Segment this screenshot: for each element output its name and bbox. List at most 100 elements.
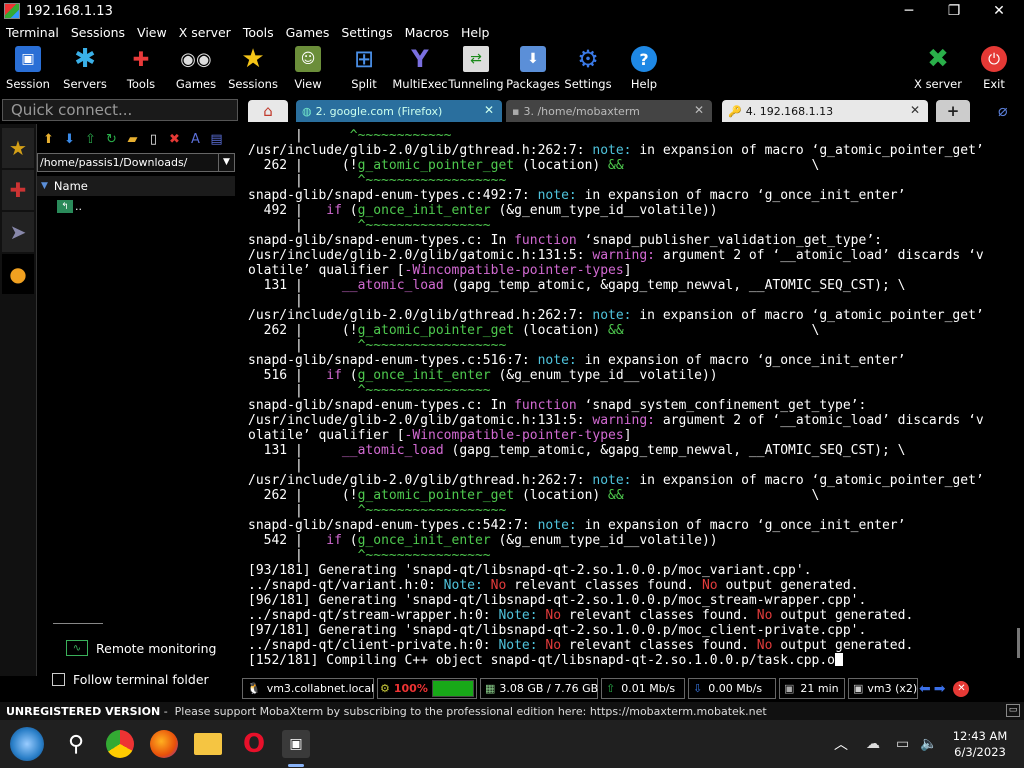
packages-button[interactable]: ⬇ Packages: [503, 44, 563, 92]
tab-ssh-session[interactable]: 🔑 4. 192.168.1.13 ✕: [722, 100, 928, 122]
sftp-column-header[interactable]: ▼ Name: [37, 176, 235, 196]
terminal-scrollbar[interactable]: [1016, 124, 1024, 676]
tab-close-button[interactable]: ✕: [910, 103, 920, 117]
parent-folder-icon[interactable]: ⬆: [39, 130, 58, 149]
menu-tools[interactable]: Tools: [237, 25, 280, 40]
view-button[interactable]: ☺ View: [278, 44, 338, 92]
menu-help[interactable]: Help: [455, 25, 496, 40]
menu-macros[interactable]: Macros: [399, 25, 455, 40]
close-button[interactable]: ✕: [976, 0, 1022, 22]
taskbar-clock[interactable]: 12:43 AM 6/3/2023: [944, 728, 1016, 760]
rename-icon[interactable]: A: [186, 130, 205, 149]
split-button[interactable]: ⊞ Split: [334, 44, 394, 92]
help-button[interactable]: ? Help: [614, 44, 674, 92]
status-bar: 🐧 vm3.collabnet.local ⚙ 100% ▦ 3.08 GB /…: [242, 677, 1024, 700]
tab-home-mobaxterm[interactable]: ▪ 3. /home/mobaxterm ✕: [506, 100, 712, 122]
opera-icon[interactable]: O: [240, 729, 268, 759]
menu-view[interactable]: View: [131, 25, 173, 40]
disconnect-icon[interactable]: ✕: [953, 680, 970, 697]
sidebar-sftp-tab[interactable]: ●: [2, 254, 34, 294]
tray-chevron-icon[interactable]: ︿: [834, 720, 848, 768]
terminal-text: /usr/include/glib-2.0/glib/gatomic.h:131…: [248, 413, 593, 428]
refresh-icon[interactable]: ↻: [102, 130, 121, 149]
terminal-text: if: [326, 533, 342, 548]
quick-connect-input[interactable]: Quick connect...: [2, 99, 238, 121]
volume-icon[interactable]: 🔈: [920, 720, 937, 768]
terminal-line: [97/181] Generating 'snapd-qt/libsnapd-q…: [248, 623, 1016, 638]
maximize-button[interactable]: ❐: [931, 0, 977, 22]
menu-settings[interactable]: Settings: [335, 25, 398, 40]
arrow-left-icon[interactable]: ⬅: [919, 681, 931, 697]
tab-google-firefox[interactable]: ◍ 2. google.com (Firefox) ✕: [296, 100, 502, 122]
terminal-output[interactable]: | ^~~~~~~~~~~~~/usr/include/glib-2.0/gli…: [242, 124, 1016, 676]
menu-sessions[interactable]: Sessions: [65, 25, 131, 40]
search-icon[interactable]: ⚲: [62, 730, 90, 758]
subscribe-link[interactable]: https://mobaxterm.mobatek.net: [590, 705, 767, 718]
banner-close-icon[interactable]: ▭: [1006, 704, 1020, 717]
new-tab-button[interactable]: +: [936, 100, 970, 122]
mobaxterm-taskbar-icon[interactable]: ▣: [282, 730, 310, 758]
follow-terminal-folder-checkbox[interactable]: Follow terminal folder: [52, 672, 209, 687]
tools-button[interactable]: ✚ Tools: [111, 44, 171, 92]
terminal-line: 262 | (!g_atomic_pointer_get (location) …: [248, 488, 1016, 503]
terminal-text: (&g_enum_type_id__volatile)): [490, 203, 718, 218]
terminal-text: ‘snapd_system_confinement_get_type’:: [576, 398, 867, 413]
menu-games[interactable]: Games: [280, 25, 336, 40]
exit-button[interactable]: ⏻ Exit: [964, 44, 1024, 92]
tab-close-button[interactable]: ✕: [484, 103, 494, 117]
tunneling-button[interactable]: ⇄ Tunneling: [446, 44, 506, 92]
sidebar-macros-tab[interactable]: ➤: [2, 212, 34, 252]
delete-icon[interactable]: ✖: [165, 130, 184, 149]
firefox-icon[interactable]: [150, 730, 178, 758]
attach-icon[interactable]: ⌀: [998, 101, 1008, 120]
upload-icon[interactable]: ⇧: [81, 130, 100, 149]
memory-icon: ▦: [485, 682, 496, 695]
terminal-line: olatile’ qualifier [-Wincompatible-point…: [248, 428, 1016, 443]
settings-button[interactable]: ⚙ Settings: [558, 44, 618, 92]
terminal-text: [96/181] Generating 'snapd-qt/libsnapd-q…: [248, 593, 867, 608]
cpu-icon: ⚙: [380, 682, 390, 695]
terminal-line: snapd-glib/snapd-enum-types.c:542:7: not…: [248, 518, 1016, 533]
terminal-line: 542 | if (g_once_init_enter (&g_enum_typ…: [248, 533, 1016, 548]
sidebar-tools-tab[interactable]: ✚: [2, 170, 34, 210]
checkbox[interactable]: [52, 673, 65, 686]
servers-button[interactable]: ✱ Servers: [55, 44, 115, 92]
terminal-text: g_atomic_pointer_get: [357, 488, 515, 503]
minimize-button[interactable]: ─: [886, 0, 932, 22]
chrome-icon[interactable]: [106, 730, 134, 758]
terminal-text: |: [248, 503, 358, 518]
sftp-path-input[interactable]: /home/passis1/Downloads/ ▼: [37, 153, 235, 172]
games-button[interactable]: ◉◉ Games: [166, 44, 226, 92]
menu-terminal[interactable]: Terminal: [0, 25, 65, 40]
scrollbar-thumb[interactable]: [1017, 628, 1020, 658]
arrow-right-icon[interactable]: ➡: [934, 681, 946, 697]
start-button-icon[interactable]: [10, 727, 44, 761]
app-logo-icon: [4, 3, 20, 19]
sessions-button[interactable]: ★ Sessions: [223, 44, 283, 92]
terminal-line: | ^~~~~~~~~~~~~~~~~: [248, 383, 1016, 398]
download-icon[interactable]: ⬇: [60, 130, 79, 149]
session-button[interactable]: ▣ Session: [0, 44, 58, 92]
terminal-line: olatile’ qualifier [-Wincompatible-point…: [248, 263, 1016, 278]
chevron-down-icon[interactable]: ▼: [218, 154, 234, 171]
terminal-text: output generated.: [772, 638, 914, 653]
sort-arrow-icon: ▼: [41, 181, 48, 191]
properties-icon[interactable]: ▤: [207, 130, 226, 149]
tab-close-button[interactable]: ✕: [694, 103, 704, 117]
menu-xserver[interactable]: X server: [173, 25, 237, 40]
network-icon[interactable]: ▭: [896, 720, 909, 768]
file-row-parent[interactable]: ↰ ..: [57, 200, 82, 213]
status-upload: ⇧ 0.01 Mb/s: [601, 678, 685, 699]
new-file-icon[interactable]: ▯: [144, 130, 163, 149]
remote-monitoring-button[interactable]: ∿ Remote monitoring: [66, 640, 216, 656]
key-icon: 🔑: [728, 104, 742, 118]
file-explorer-icon[interactable]: [194, 733, 222, 755]
tab-home[interactable]: ⌂: [248, 100, 288, 122]
xserver-button[interactable]: ✖ X server: [908, 44, 968, 92]
terminal-line: snapd-glib/snapd-enum-types.c:492:7: not…: [248, 188, 1016, 203]
sidebar-sessions-tab[interactable]: ★: [2, 128, 34, 168]
cloud-offline-icon[interactable]: ☁: [866, 720, 880, 768]
tools-icon: ✚: [132, 47, 150, 71]
new-folder-icon[interactable]: ▰: [123, 130, 142, 149]
multiexec-button[interactable]: Y MultiExec: [390, 44, 450, 92]
